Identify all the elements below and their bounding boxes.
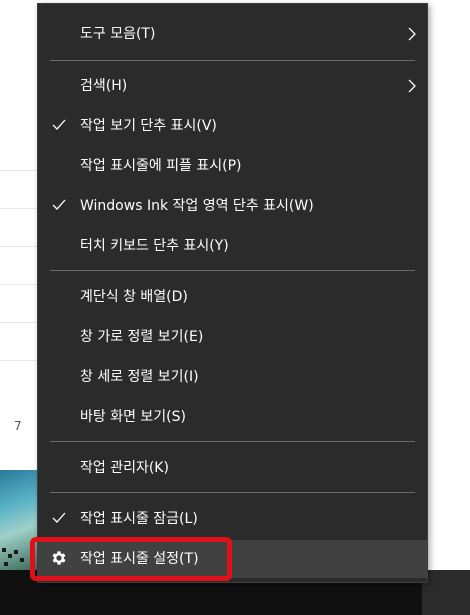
background-row-number: 7: [14, 419, 22, 433]
menu-separator: [50, 60, 415, 61]
menu-item-task-manager[interactable]: 작업 관리자(K): [38, 450, 427, 486]
menu-item-label: 작업 표시줄에 피플 표시(P): [80, 158, 242, 174]
menu-item-search[interactable]: 검색(H): [38, 68, 427, 104]
checkmark-icon: [52, 188, 68, 224]
menu-item-label: 검색(H): [80, 78, 128, 94]
menu-item-label: 창 세로 정렬 보기(I): [80, 369, 199, 385]
menu-item-stacked-windows[interactable]: 창 가로 정렬 보기(E): [38, 319, 427, 355]
taskbar-context-menu: 도구 모음(T) 검색(H) 작업 보기 단추 표시(V) 작업 표시줄에 피플…: [37, 3, 428, 583]
gear-icon: [50, 540, 68, 576]
menu-item-show-desktop[interactable]: 바탕 화면 보기(S): [38, 399, 427, 435]
menu-item-show-touch-keyboard[interactable]: 터치 키보드 단추 표시(Y): [38, 228, 427, 264]
desktop-wallpaper: [0, 470, 37, 570]
menu-item-show-windows-ink[interactable]: Windows Ink 작업 영역 단추 표시(W): [38, 188, 427, 224]
menu-item-label: Windows Ink 작업 영역 단추 표시(W): [80, 198, 314, 214]
chevron-right-icon: [407, 68, 419, 104]
menu-item-label: 작업 보기 단추 표시(V): [80, 118, 217, 134]
background-row-divider: [0, 246, 37, 247]
menu-item-label: 작업 관리자(K): [80, 460, 169, 476]
chevron-right-icon: [407, 16, 419, 52]
menu-item-label: 도구 모음(T): [80, 26, 156, 42]
background-row-divider: [0, 322, 37, 323]
background-row-divider: [0, 360, 37, 361]
menu-item-label: 바탕 화면 보기(S): [80, 409, 186, 425]
menu-separator: [50, 441, 415, 442]
checkmark-icon: [52, 501, 68, 537]
menu-item-label: 작업 표시줄 잠금(L): [80, 511, 198, 527]
menu-item-side-by-side-windows[interactable]: 창 세로 정렬 보기(I): [38, 359, 427, 395]
background-row-divider: [0, 170, 37, 171]
menu-separator: [50, 270, 415, 271]
taskbar-tray-area[interactable]: [422, 570, 470, 615]
menu-item-cascade-windows[interactable]: 계단식 창 배열(D): [38, 279, 427, 315]
checkmark-icon: [52, 108, 68, 144]
menu-item-show-task-view-button[interactable]: 작업 보기 단추 표시(V): [38, 108, 427, 144]
background-row-divider: [0, 284, 37, 285]
menu-item-label: 창 가로 정렬 보기(E): [80, 329, 204, 345]
menu-item-label: 터치 키보드 단추 표시(Y): [80, 238, 229, 254]
menu-item-label: 계단식 창 배열(D): [80, 289, 188, 305]
menu-item-toolbars[interactable]: 도구 모음(T): [38, 16, 427, 52]
menu-item-lock-taskbar[interactable]: 작업 표시줄 잠금(L): [38, 501, 427, 537]
background-row-divider: [0, 208, 37, 209]
menu-item-show-people[interactable]: 작업 표시줄에 피플 표시(P): [38, 148, 427, 184]
menu-separator: [50, 492, 415, 493]
menu-item-label: 작업 표시줄 설정(T): [80, 551, 199, 567]
menu-item-taskbar-settings[interactable]: 작업 표시줄 설정(T): [38, 540, 427, 578]
